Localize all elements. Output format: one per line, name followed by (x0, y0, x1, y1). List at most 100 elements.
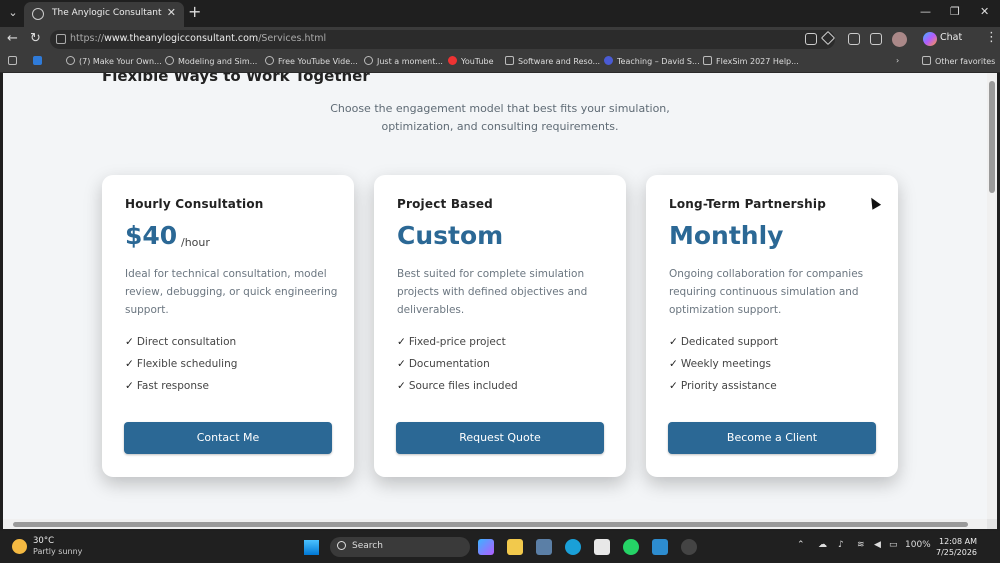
feature-item: ✓ Documentation (397, 358, 490, 370)
globe-icon (364, 56, 373, 65)
site-info-icon[interactable] (56, 34, 66, 44)
check-icon: ✓ (125, 380, 134, 392)
microphone-icon[interactable]: ♪ (838, 540, 844, 550)
battery-level: 100% (905, 540, 931, 550)
copilot-app-icon[interactable] (478, 539, 494, 555)
folder-icon (922, 56, 931, 65)
profile-avatar[interactable] (892, 32, 907, 47)
globe-icon (165, 56, 174, 65)
request-quote-button[interactable]: Request Quote (396, 422, 604, 454)
other-favorites[interactable]: Other favorites (922, 56, 995, 66)
app-icon[interactable] (652, 539, 668, 555)
close-window-button[interactable]: ✕ (980, 5, 989, 18)
system-clock[interactable]: 12:08 AM 7/25/2026 (936, 536, 977, 558)
become-client-button[interactable]: Become a Client (668, 422, 876, 454)
back-button[interactable]: ← (7, 31, 18, 47)
search-icon (337, 541, 346, 550)
card-price: Monthly (669, 221, 784, 250)
weather-condition[interactable]: Partly sunny (33, 547, 82, 556)
flexsim-icon (703, 56, 712, 65)
feature-item: ✓ Direct consultation (125, 336, 237, 348)
tab-actions-menu[interactable]: ⌄ (3, 4, 23, 22)
section-subtitle: Choose the engagement model that best fi… (330, 102, 670, 133)
edge-browser-icon[interactable] (565, 539, 581, 555)
globe-icon (265, 56, 274, 65)
bookmark-item[interactable]: Teaching – David S... (604, 56, 700, 66)
search-label: Search (352, 541, 383, 551)
reader-view-icon[interactable] (805, 33, 817, 45)
bookmark-item[interactable]: YouTube (448, 56, 494, 66)
volume-icon[interactable]: ◀ (874, 540, 881, 550)
minimize-button[interactable]: — (920, 5, 931, 18)
pricing-card-partnership: Long-Term Partnership Monthly Ongoing co… (646, 175, 898, 477)
check-icon: ✓ (669, 336, 678, 348)
windows-taskbar: 30°C Partly sunny Search ⌃ ☁ ♪ ≋ ◀ ▭ 100… (0, 531, 1000, 563)
more-menu-icon[interactable]: ⋮ (985, 30, 998, 46)
chevron-right-icon[interactable]: › (896, 56, 899, 65)
bookmark-item[interactable]: (7) Make Your Own... (66, 56, 162, 66)
bookmark-icon[interactable] (8, 56, 21, 66)
card-description: Ongoing collaboration for companies requ… (669, 268, 864, 316)
calculator-icon[interactable] (536, 539, 552, 555)
refresh-button[interactable]: ↻ (30, 31, 41, 47)
start-windows-icon[interactable] (304, 540, 319, 555)
favorite-star-icon[interactable] (820, 30, 836, 46)
scroll-thumb[interactable] (13, 522, 968, 527)
bookmark-item[interactable]: Modeling and Sim... (165, 56, 257, 66)
wifi-icon[interactable]: ≋ (857, 540, 865, 550)
copilot-icon[interactable] (923, 32, 937, 46)
extensions-icon[interactable] (848, 33, 860, 45)
feature-item: ✓ Fast response (125, 380, 209, 392)
store-icon[interactable] (594, 539, 610, 555)
weather-icon[interactable] (12, 539, 27, 554)
feature-item: ✓ Dedicated support (669, 336, 779, 348)
chat-button[interactable]: Chat (940, 32, 962, 43)
check-icon: ✓ (669, 358, 678, 370)
weather-temperature[interactable]: 30°C (33, 536, 54, 546)
card-price: $40 (125, 221, 178, 250)
globe-icon (32, 8, 44, 20)
taskbar-search[interactable]: Search (330, 537, 470, 557)
favorites-icon[interactable] (870, 33, 882, 45)
scroll-thumb[interactable] (989, 81, 995, 193)
check-icon: ✓ (397, 358, 406, 370)
check-icon: ✓ (397, 336, 406, 348)
bookmark-item[interactable]: Just a moment... (364, 56, 443, 66)
app-icon[interactable] (681, 539, 697, 555)
browser-toolbar: ← ↻ https://www.theanylogicconsultant.co… (0, 27, 1000, 52)
bookmark-item[interactable]: Software and Reso... (505, 56, 600, 66)
feature-item: ✓ Priority assistance (669, 380, 777, 392)
card-title: Hourly Consultation (125, 197, 264, 211)
file-explorer-icon[interactable] (507, 539, 523, 555)
globe-icon (66, 56, 75, 65)
feature-list: ✓ Direct consultation ✓ Flexible schedulin… (125, 333, 237, 399)
bookmark-icon[interactable] (33, 56, 46, 66)
feature-item: ✓ Weekly meetings (669, 358, 772, 370)
contact-me-button[interactable]: Contact Me (124, 422, 332, 454)
card-title: Project Based (397, 197, 493, 211)
feature-list: ✓ Dedicated support ✓ Weekly meetings ✓ Pri… (669, 333, 778, 399)
maximize-button[interactable]: ❐ (950, 5, 960, 18)
horizontal-scrollbar[interactable] (3, 519, 987, 529)
scrollbar-corner (987, 519, 997, 529)
bookmark-item[interactable]: FlexSim 2027 Help... (703, 56, 799, 66)
site-icon (505, 56, 514, 65)
whatsapp-icon[interactable] (623, 539, 639, 555)
url-text[interactable]: https://www.theanylogicconsultant.com/Se… (70, 33, 326, 44)
bookmark-item[interactable]: Free YouTube Vide... (265, 56, 358, 66)
new-tab-button[interactable]: + (188, 3, 201, 21)
close-tab-icon[interactable]: ✕ (167, 6, 176, 19)
feature-item: ✓ Source files included (397, 380, 518, 392)
tab-title: The Anylogic Consultant (52, 8, 162, 18)
page-viewport: Flexible Ways to Work Together Choose th… (3, 73, 987, 519)
vertical-scrollbar[interactable] (987, 73, 997, 519)
cloud-icon[interactable]: ☁ (818, 540, 827, 550)
chevron-up-icon[interactable]: ⌃ (797, 540, 805, 550)
check-icon: ✓ (125, 358, 134, 370)
browser-tab[interactable]: The Anylogic Consultant ✕ (24, 2, 184, 27)
address-bar[interactable]: https://www.theanylogicconsultant.com/Se… (50, 30, 836, 49)
bookmarks-bar: (7) Make Your Own... Modeling and Sim...… (0, 52, 1000, 73)
battery-icon[interactable]: ▭ (889, 540, 898, 550)
check-icon: ✓ (125, 336, 134, 348)
pricing-card-hourly: Hourly Consultation $40 /hour Ideal for … (102, 175, 354, 477)
